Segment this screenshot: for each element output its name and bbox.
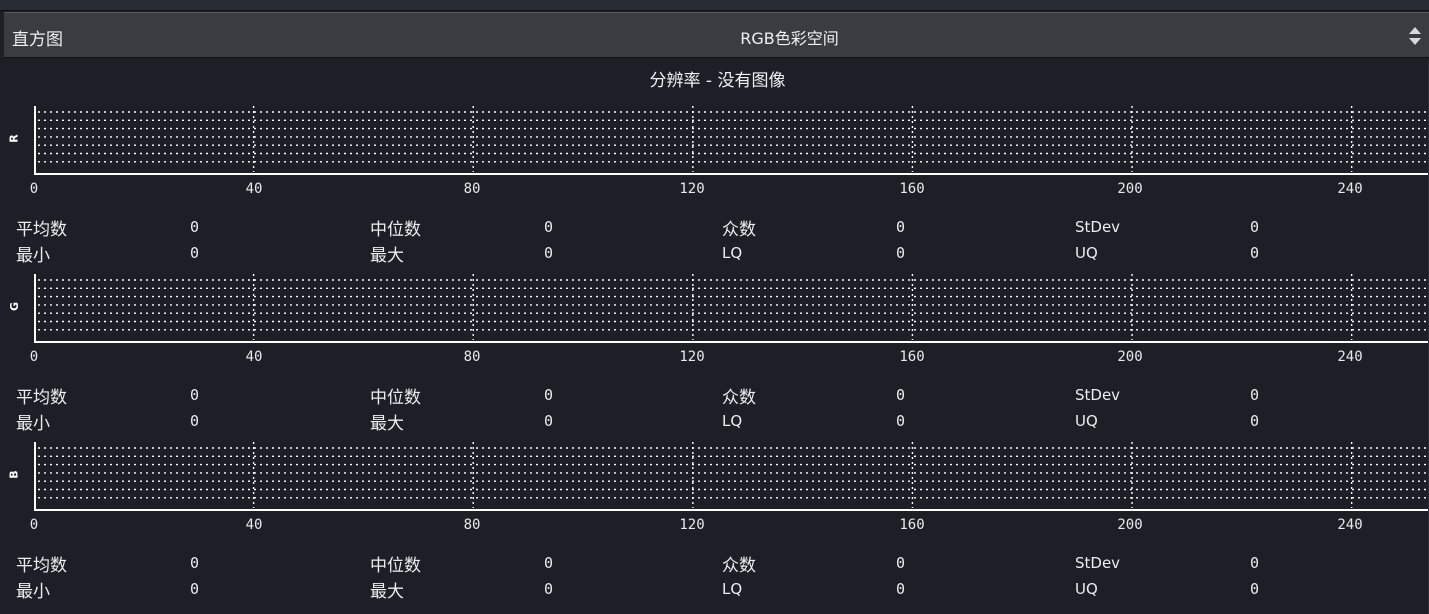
histogram-blue: B 0 40 80 120 160 200 240 平均数 0 中位数 0 众数… xyxy=(0,440,1429,602)
histogram-toolbar: 直方图 RGB色彩空间 xyxy=(4,12,1429,58)
axis-tick: 120 xyxy=(679,517,705,533)
stat-value-uq: 0 xyxy=(1250,580,1260,598)
stat-label-uq: UQ xyxy=(1075,412,1098,430)
stat-value-uq: 0 xyxy=(1250,412,1260,430)
stat-label-min: 最小 xyxy=(16,246,50,266)
stat-value-mode: 0 xyxy=(896,554,906,572)
stat-value-mean: 0 xyxy=(190,218,200,236)
stat-value-lq: 0 xyxy=(896,580,906,598)
stat-label-max: 最大 xyxy=(370,582,404,602)
axis-tick: 80 xyxy=(463,181,481,197)
histogram-plot-red xyxy=(34,104,1429,175)
axis-tick: 200 xyxy=(1117,517,1143,533)
axis-tick: 240 xyxy=(1337,517,1363,533)
stat-value-stdev: 0 xyxy=(1250,386,1260,404)
axis-tick: 120 xyxy=(679,181,705,197)
stat-value-median: 0 xyxy=(544,386,554,404)
stat-label-mode: 众数 xyxy=(722,388,756,408)
stat-label-min: 最小 xyxy=(16,414,50,434)
stat-label-median: 中位数 xyxy=(370,556,421,576)
window-top-strip xyxy=(0,0,1429,11)
stat-label-lq: LQ xyxy=(722,412,743,430)
resolution-status: 分辨率 - 没有图像 xyxy=(649,71,786,91)
stat-label-stdev: StDev xyxy=(1075,554,1121,572)
stat-value-mode: 0 xyxy=(896,386,906,404)
up-down-arrows-icon xyxy=(1409,27,1421,45)
stat-label-max: 最大 xyxy=(370,414,404,434)
axis-tick: 80 xyxy=(463,517,481,533)
axis-tick: 0 xyxy=(29,349,39,365)
stat-value-lq: 0 xyxy=(896,244,906,262)
stat-value-stdev: 0 xyxy=(1250,218,1260,236)
stat-value-lq: 0 xyxy=(896,412,906,430)
histogram-plot-blue xyxy=(34,440,1429,511)
stat-label-lq: LQ xyxy=(722,244,743,262)
axis-tick: 40 xyxy=(245,181,263,197)
axis-tick: 200 xyxy=(1117,349,1143,365)
axis-tick: 240 xyxy=(1337,181,1363,197)
stat-label-uq: UQ xyxy=(1075,580,1098,598)
channel-label-green: G xyxy=(8,301,22,312)
axis-tick: 40 xyxy=(245,517,263,533)
channel-label-blue: B xyxy=(7,470,21,479)
stat-value-max: 0 xyxy=(544,244,554,262)
axis-tick: 120 xyxy=(679,349,705,365)
axis-tick: 80 xyxy=(463,349,481,365)
stat-value-mode: 0 xyxy=(896,218,906,236)
stat-label-max: 最大 xyxy=(370,246,404,266)
stat-label-stdev: StDev xyxy=(1075,218,1121,236)
color-space-select[interactable]: RGB色彩空间 xyxy=(4,13,1425,57)
axis-tick: 160 xyxy=(899,181,925,197)
histogram-red: R 0 40 80 120 160 200 240 平均数 0 中位数 0 众数… xyxy=(0,104,1429,266)
axis-tick: 240 xyxy=(1337,349,1363,365)
stat-label-median: 中位数 xyxy=(370,220,421,240)
color-space-value: RGB色彩空间 xyxy=(740,29,839,48)
histogram-green: G 0 40 80 120 160 200 240 平均数 0 中位数 0 众数… xyxy=(0,272,1429,434)
stat-value-min: 0 xyxy=(190,412,200,430)
axis-tick: 160 xyxy=(899,517,925,533)
stat-label-mean: 平均数 xyxy=(16,388,67,408)
axis-tick: 160 xyxy=(899,349,925,365)
axis-tick: 200 xyxy=(1117,181,1143,197)
stat-label-min: 最小 xyxy=(16,582,50,602)
histogram-plot-green xyxy=(34,272,1429,343)
stat-label-lq: LQ xyxy=(722,580,743,598)
axis-tick: 0 xyxy=(29,517,39,533)
stat-label-mean: 平均数 xyxy=(16,220,67,240)
stat-label-mean: 平均数 xyxy=(16,556,67,576)
stat-value-min: 0 xyxy=(190,244,200,262)
stat-value-max: 0 xyxy=(544,412,554,430)
stat-value-mean: 0 xyxy=(190,554,200,572)
stat-value-median: 0 xyxy=(544,218,554,236)
stat-label-median: 中位数 xyxy=(370,388,421,408)
stat-value-max: 0 xyxy=(544,580,554,598)
stat-value-stdev: 0 xyxy=(1250,554,1260,572)
stat-value-mean: 0 xyxy=(190,386,200,404)
stat-label-stdev: StDev xyxy=(1075,386,1121,404)
stat-value-uq: 0 xyxy=(1250,244,1260,262)
stat-value-min: 0 xyxy=(190,580,200,598)
stat-value-median: 0 xyxy=(544,554,554,572)
channel-label-red: R xyxy=(7,134,21,143)
stat-label-mode: 众数 xyxy=(722,556,756,576)
axis-tick: 40 xyxy=(245,349,263,365)
stat-label-mode: 众数 xyxy=(722,220,756,240)
axis-tick: 0 xyxy=(29,181,39,197)
stat-label-uq: UQ xyxy=(1075,244,1098,262)
